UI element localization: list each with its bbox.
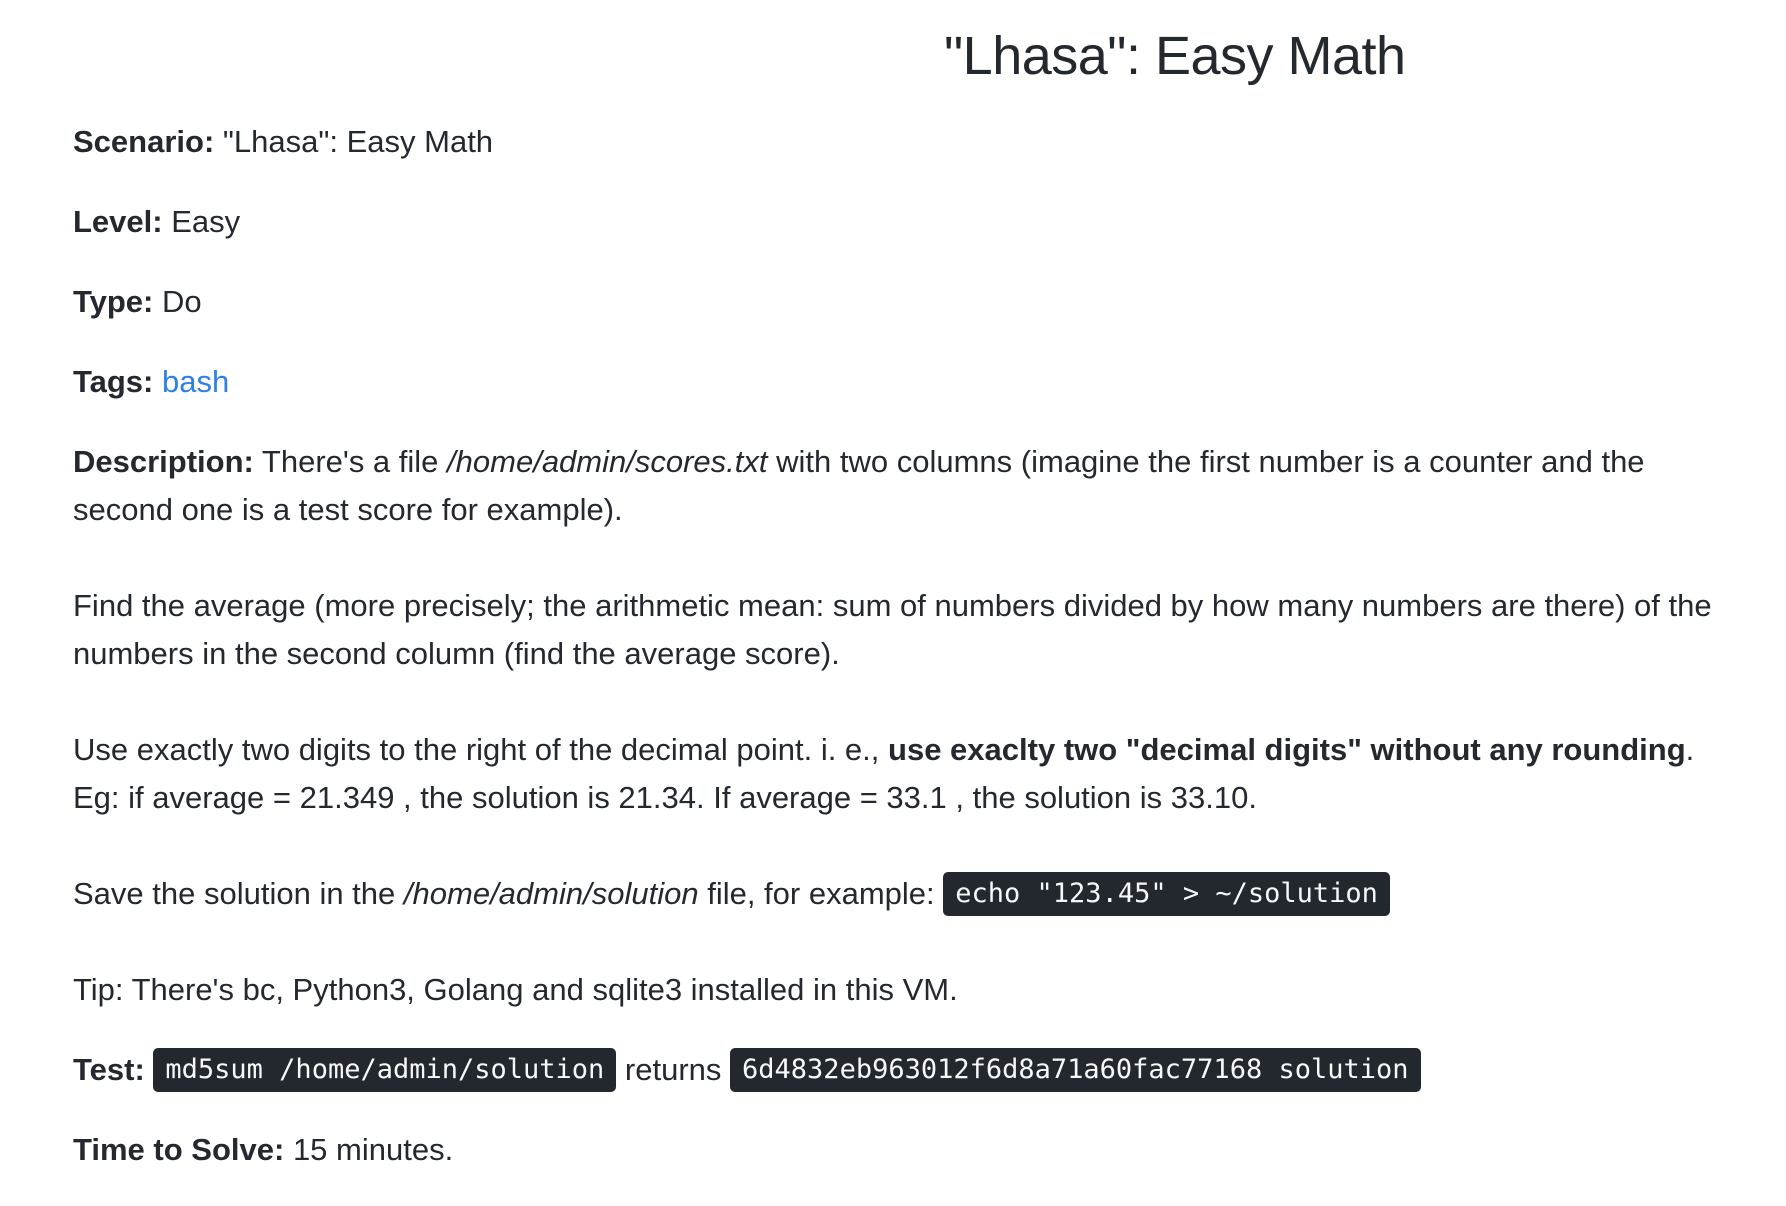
save-solution-paragraph: Save the solution in the /home/admin/sol… (73, 870, 1733, 918)
decimal-rule-text-before: Use exactly two digits to the right of t… (73, 732, 880, 767)
page-title: "Lhasa": Easy Math (944, 26, 1406, 86)
level-value: Easy (171, 204, 241, 239)
time-to-solve-line: Time to Solve: 15 minutes. (73, 1126, 1733, 1174)
test-label: Test: (73, 1052, 145, 1087)
test-command-code: md5sum /home/admin/solution (153, 1047, 617, 1092)
scenario-label: Scenario: (73, 124, 215, 159)
description-paragraph: Description: There's a file /home/admin/… (73, 438, 1733, 534)
type-label: Type: (73, 284, 154, 319)
scenario-line: Scenario: "Lhasa": Easy Math (73, 118, 1733, 166)
save-text-after: file, for example: (707, 876, 935, 911)
save-text-before: Save the solution in the (73, 876, 396, 911)
tags-label: Tags: (73, 364, 154, 399)
tag-link-bash[interactable]: bash (162, 364, 229, 399)
level-label: Level: (73, 204, 163, 239)
test-returns-text: returns (624, 1052, 722, 1087)
test-expected-code: 6d4832eb963012f6d8a71a60fac77168 solutio… (730, 1047, 1421, 1092)
scenario-value: "Lhasa": Easy Math (222, 124, 494, 159)
type-line: Type: Do (73, 278, 1733, 326)
scores-file-path: /home/admin/scores.txt (447, 444, 768, 479)
page: "Lhasa": Easy Math Scenario: "Lhasa": Ea… (0, 0, 1786, 1194)
type-value: Do (162, 284, 202, 319)
test-line: Test: md5sum /home/admin/solution return… (73, 1046, 1733, 1094)
solution-file-path: /home/admin/solution (403, 876, 699, 911)
decimal-rule-paragraph: Use exactly two digits to the right of t… (73, 726, 1733, 822)
decimal-rule-bold: use exaclty two "decimal digits" without… (888, 732, 1686, 767)
tip-paragraph: Tip: There's bc, Python3, Golang and sql… (73, 972, 958, 1007)
level-line: Level: Easy (73, 198, 1733, 246)
time-to-solve-value: 15 minutes. (292, 1132, 454, 1167)
description-text-before: There's a file (261, 444, 439, 479)
scenario-content: Scenario: "Lhasa": Easy Math Level: Easy… (73, 118, 1733, 1206)
find-average-paragraph: Find the average (more precisely; the ar… (73, 588, 1712, 671)
description-label: Description: (73, 444, 254, 479)
example-command-code: echo "123.45" > ~/solution (943, 871, 1390, 916)
time-to-solve-label: Time to Solve: (73, 1132, 285, 1167)
tags-line: Tags: bash (73, 358, 1733, 406)
